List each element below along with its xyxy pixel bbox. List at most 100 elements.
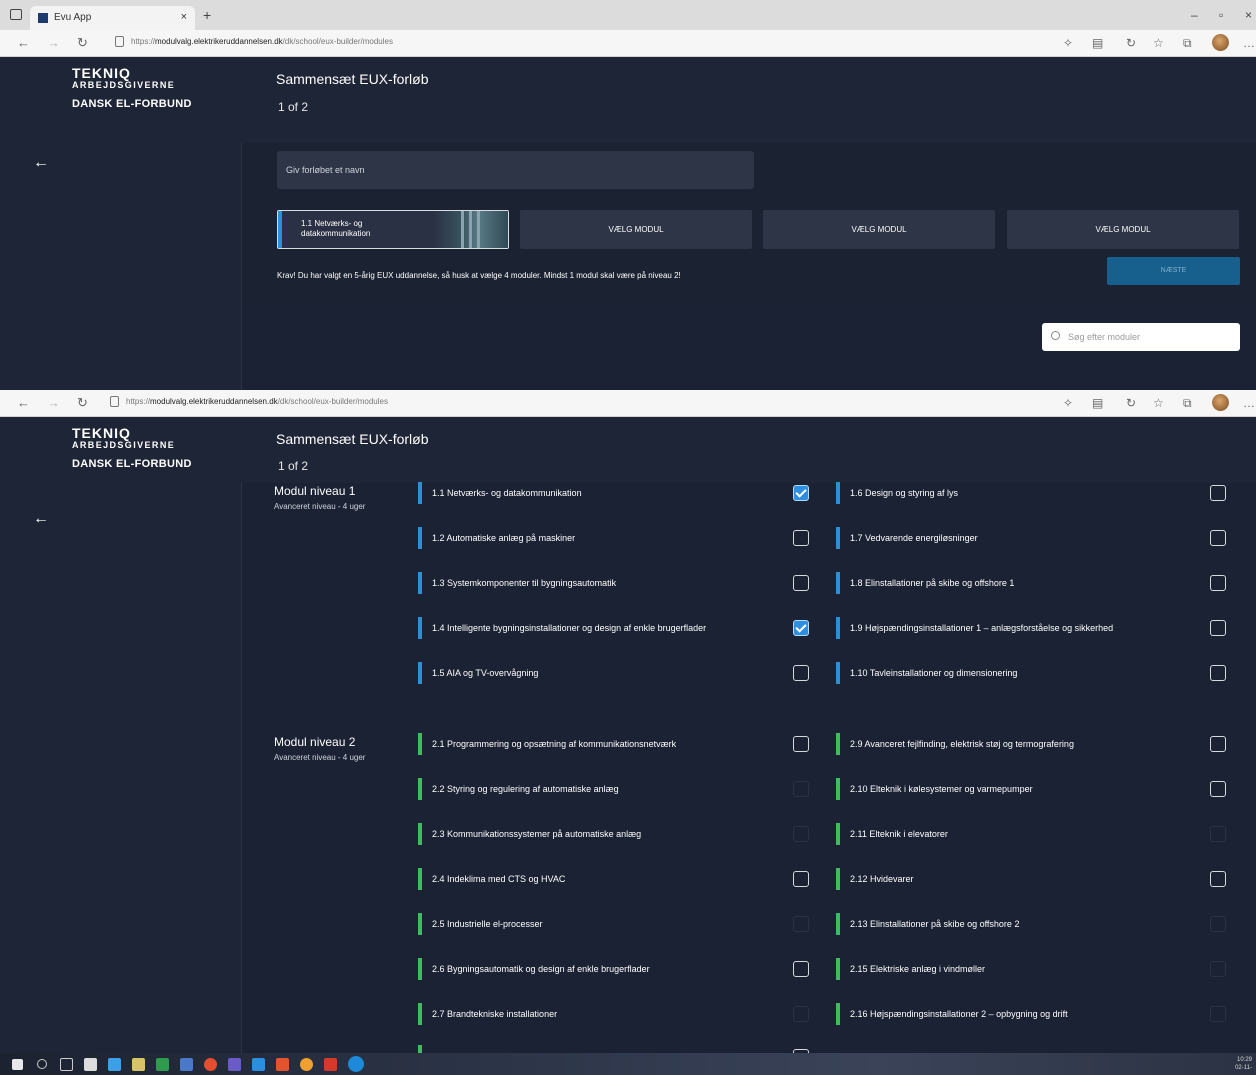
module-checkbox (1210, 961, 1226, 977)
module-checkbox[interactable] (793, 665, 809, 681)
module-level-bar (836, 868, 840, 890)
module-label: 1.4 Intelligente bygningsinstallationer … (432, 623, 707, 633)
url-field[interactable]: https://modulvalg.elektrikeruddannelsen.… (131, 37, 393, 46)
back-arrow-icon[interactable]: ← (33, 154, 49, 172)
module-checkbox[interactable] (793, 871, 809, 887)
module-checkbox[interactable] (793, 736, 809, 752)
module-label: 2.7 Brandtekniske installationer (432, 1009, 558, 1019)
module-checkbox[interactable] (1210, 485, 1226, 501)
windows-start-icon[interactable] (12, 1059, 23, 1070)
new-tab-icon[interactable]: + (203, 7, 211, 23)
refresh-icon[interactable]: ↻ (77, 395, 88, 411)
task-view-icon[interactable] (60, 1058, 73, 1071)
next-button[interactable]: NÆSTE (1107, 257, 1240, 285)
module-level-bar (418, 1003, 422, 1025)
logo: TEKNIQ ARBEJDSGIVERNE DANSK EL-FORBUND (72, 65, 192, 110)
module-level-bar (836, 958, 840, 980)
word-icon[interactable] (180, 1058, 193, 1071)
module-slot-4[interactable]: VÆLG MODUL (1007, 210, 1239, 249)
more-icon[interactable]: … (1243, 396, 1255, 410)
office-icon[interactable] (276, 1058, 289, 1071)
app-favicon-icon (38, 13, 48, 23)
read-aloud-icon[interactable]: ✧ (1063, 396, 1073, 410)
collections-icon[interactable]: ⧉ (1183, 36, 1192, 51)
module-checkbox[interactable] (1210, 781, 1226, 797)
module-slot-2[interactable]: VÆLG MODUL (520, 210, 752, 249)
module-slot-3[interactable]: VÆLG MODUL (763, 210, 995, 249)
people-icon[interactable] (108, 1058, 121, 1071)
module-level-bar (836, 823, 840, 845)
module-slot-1[interactable]: 1.1 Netværks- og datakommunikation (277, 210, 509, 249)
module-checkbox[interactable] (793, 961, 809, 977)
lock-icon[interactable] (110, 396, 119, 407)
close-window-icon[interactable]: × (1245, 8, 1252, 22)
module-checkbox[interactable] (793, 575, 809, 591)
back-arrow-icon[interactable]: ← (33, 510, 49, 528)
profile-avatar[interactable] (1212, 34, 1229, 51)
module-checkbox[interactable] (1210, 530, 1226, 546)
module-label: 2.3 Kommunikationssystemer på automatisk… (432, 829, 642, 839)
read-aloud-icon[interactable]: ✧ (1063, 36, 1073, 50)
module-checkbox (1210, 916, 1226, 932)
module-level-bar (836, 617, 840, 639)
outlook-icon[interactable] (252, 1058, 265, 1071)
search-taskbar-icon[interactable] (37, 1059, 47, 1069)
module-label: 2.15 Elektriske anlæg i vindmøller (850, 964, 986, 974)
url-field[interactable]: https://modulvalg.elektrikeruddannelsen.… (126, 397, 388, 406)
collections-icon[interactable]: ⧉ (1183, 396, 1192, 411)
edge-icon[interactable] (348, 1056, 364, 1072)
module-level-bar (418, 482, 422, 504)
module-checkbox[interactable] (1210, 665, 1226, 681)
module-checkbox (793, 781, 809, 797)
chrome-icon[interactable] (204, 1058, 217, 1071)
module-checkbox (793, 1006, 809, 1022)
module-search-input[interactable]: Søg efter moduler (1042, 323, 1240, 351)
module-level-bar (418, 778, 422, 800)
module-label: 2.11 Elteknik i elevatorer (850, 829, 948, 839)
forward-nav-icon[interactable]: → (47, 395, 60, 410)
favorites-icon[interactable]: ☆ (1153, 396, 1164, 410)
browser-tab[interactable]: Evu App × (30, 6, 195, 30)
tab-actions-icon[interactable] (10, 9, 22, 20)
module-checkbox[interactable] (1210, 575, 1226, 591)
module-label: 1.6 Design og styring af lys (850, 488, 959, 498)
back-nav-icon[interactable]: ← (17, 395, 30, 410)
firefox-icon[interactable] (300, 1058, 313, 1071)
address-bar: ← → ↻ https://modulvalg.elektrikeruddann… (0, 30, 1256, 57)
lock-icon[interactable] (115, 36, 124, 47)
tab-close-icon[interactable]: × (181, 11, 187, 23)
refresh-page-icon[interactable]: ↻ (1126, 36, 1136, 50)
minimize-icon[interactable]: – (1191, 8, 1198, 22)
module-checkbox[interactable] (1210, 736, 1226, 752)
module-level-bar (418, 868, 422, 890)
explorer-icon[interactable] (132, 1058, 145, 1071)
module-checkbox[interactable] (793, 530, 809, 546)
reading-view-icon[interactable]: ▤ (1092, 396, 1103, 410)
builder-panel: Giv forløbet et navn 1.1 Netværks- og da… (242, 143, 1256, 351)
favorites-icon[interactable]: ☆ (1153, 36, 1164, 50)
module-checkbox[interactable] (1210, 871, 1226, 887)
module-label: 2.1 Programmering og opsætning af kommun… (432, 739, 677, 749)
excel-icon[interactable] (156, 1058, 169, 1071)
store-icon[interactable] (84, 1058, 97, 1071)
reading-view-icon[interactable]: ▤ (1092, 36, 1103, 50)
maximize-icon[interactable]: ▫ (1219, 8, 1223, 22)
forward-nav-icon[interactable]: → (47, 35, 60, 50)
course-name-input[interactable]: Giv forløbet et navn (277, 151, 754, 189)
refresh-page-icon[interactable]: ↻ (1126, 396, 1136, 410)
module-checkbox[interactable] (793, 485, 809, 501)
module-level-bar (418, 572, 422, 594)
module-checkbox[interactable] (793, 620, 809, 636)
module-level-bar (418, 527, 422, 549)
back-nav-icon[interactable]: ← (17, 35, 30, 50)
module-level-bar (418, 958, 422, 980)
module-label: 2.5 Industrielle el-processer (432, 919, 543, 929)
module-label: 2.12 Hvidevarer (850, 874, 914, 884)
refresh-icon[interactable]: ↻ (77, 35, 88, 51)
acrobat-icon[interactable] (324, 1058, 337, 1071)
profile-avatar[interactable] (1212, 394, 1229, 411)
module-label: 1.5 AIA og TV-overvågning (432, 668, 539, 678)
teams-icon[interactable] (228, 1058, 241, 1071)
module-checkbox[interactable] (1210, 620, 1226, 636)
more-icon[interactable]: … (1243, 36, 1255, 50)
